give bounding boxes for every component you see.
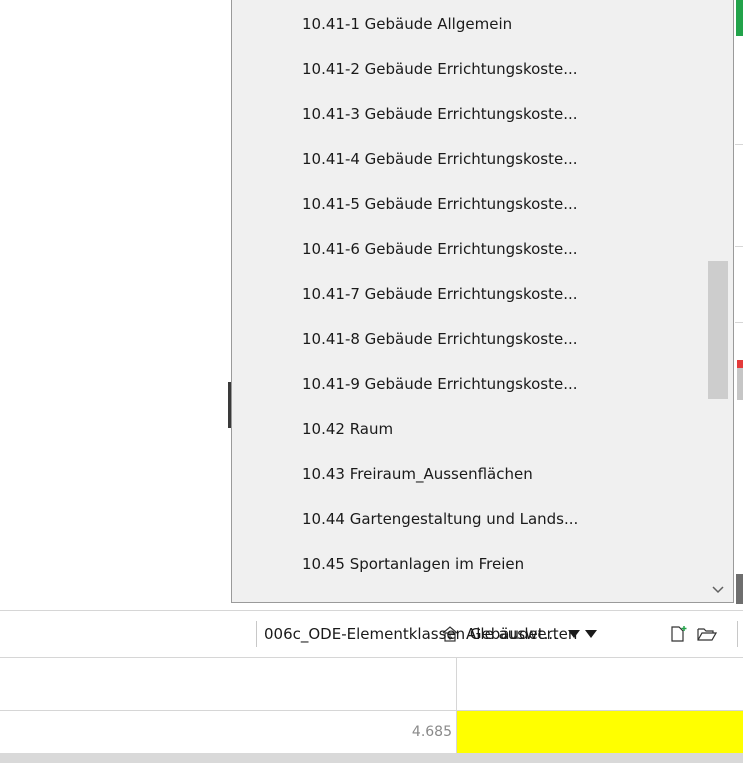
background-red-cell: [737, 360, 743, 368]
evaluation-toolbar: Alle auswerten 006c_ODE-Elementklassen G…: [0, 610, 743, 658]
grid-highlight-cell[interactable]: [457, 711, 743, 753]
dropdown-item[interactable]: 10.41-6 Gebäude Errichtungskoste...: [232, 227, 702, 272]
open-folder-icon: [697, 628, 717, 641]
dropdown-item[interactable]: 10.41-7 Gebäude Errichtungskoste...: [232, 272, 702, 317]
grid-header-row: [0, 658, 743, 711]
toolbar-separator: [256, 621, 257, 647]
new-document-button[interactable]: [670, 611, 688, 657]
grid-value-cell[interactable]: 4.685: [0, 711, 456, 753]
profile-select-label: 006c_ODE-Elementklassen Gebäudet...: [264, 625, 558, 643]
background-divider: [735, 246, 743, 247]
profile-select[interactable]: 006c_ODE-Elementklassen Gebäudet...: [264, 611, 580, 657]
dropdown-item[interactable]: 10.41-4 Gebäude Errichtungskoste...: [232, 137, 702, 182]
dropdown-item[interactable]: 10.45 Sportanlagen im Freien: [232, 542, 702, 587]
dropdown-item[interactable]: 10.42 Raum: [232, 407, 702, 452]
new-document-icon: [671, 626, 687, 642]
scrollbar-thumb[interactable]: [708, 261, 728, 399]
dropdown-item[interactable]: 10.41-1 Gebäude Allgemein: [232, 2, 702, 47]
results-grid: 4.685: [0, 658, 743, 763]
chevron-down-icon: [712, 586, 724, 594]
dropdown-items: 10.41-1 Gebäude Allgemein 10.41-2 Gebäud…: [232, 2, 702, 587]
background-divider: [735, 322, 743, 323]
background-grey-cell: [737, 368, 743, 400]
caret-down-icon: [567, 630, 580, 638]
background-green-cell: [736, 0, 743, 36]
dropdown-item[interactable]: 10.41-5 Gebäude Errichtungskoste...: [232, 182, 702, 227]
scroll-down-button[interactable]: [706, 581, 730, 599]
dropdown-item[interactable]: 10.41-2 Gebäude Errichtungskoste...: [232, 47, 702, 92]
dropdown-item[interactable]: 10.43 Freiraum_Aussenflächen: [232, 452, 702, 497]
profile-dropdown-list[interactable]: 10.41-1 Gebäude Allgemein 10.41-2 Gebäud…: [231, 0, 734, 603]
dropdown-scrollbar[interactable]: [702, 0, 733, 602]
grid-footer-bar: [0, 753, 743, 763]
dropdown-item[interactable]: 10.41-3 Gebäude Errichtungskoste...: [232, 92, 702, 137]
toolbar-separator: [737, 621, 738, 647]
caret-down-icon[interactable]: [585, 630, 598, 638]
dropdown-item[interactable]: 10.44 Gartengestaltung und Lands...: [232, 497, 702, 542]
dropdown-item[interactable]: 10.41-9 Gebäude Errichtungskoste...: [232, 362, 702, 407]
dropdown-item[interactable]: 10.41-8 Gebäude Errichtungskoste...: [232, 317, 702, 362]
open-folder-button[interactable]: [697, 611, 717, 657]
background-dark-cell: [736, 574, 743, 604]
background-divider: [735, 144, 743, 145]
